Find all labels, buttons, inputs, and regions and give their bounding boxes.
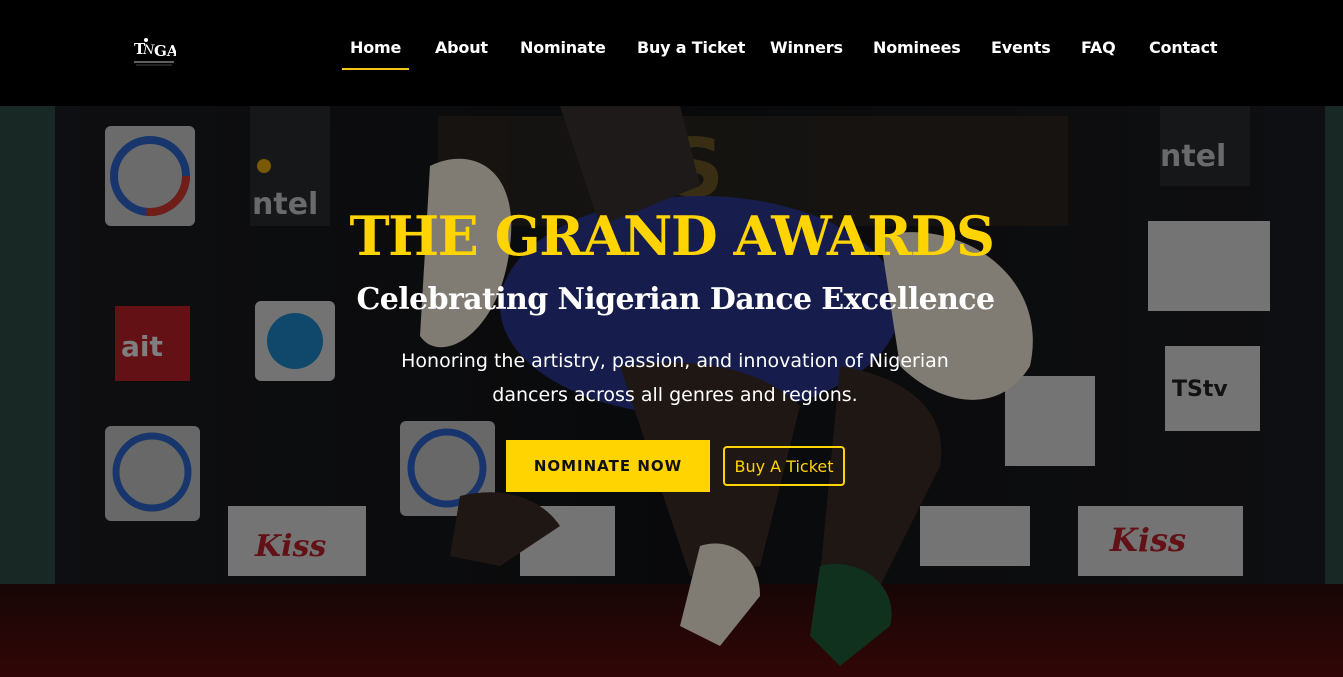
top-navbar: T N GA Home About Nominate Buy a Ticket …: [0, 0, 1343, 106]
nav-item-nominate[interactable]: Nominate: [520, 38, 606, 57]
nav-item-home[interactable]: Home: [341, 38, 410, 70]
nav-item-about[interactable]: About: [435, 38, 488, 57]
nav-item-faq[interactable]: FAQ: [1081, 38, 1116, 57]
main-nav: Home About Nominate Buy a Ticket Winners…: [0, 0, 1343, 106]
nav-item-events[interactable]: Events: [991, 38, 1051, 57]
buy-ticket-button[interactable]: Buy A Ticket: [723, 446, 845, 486]
nominate-now-button[interactable]: NOMINATE NOW: [506, 440, 710, 492]
hero-description: Honoring the artistry, passion, and inno…: [401, 350, 949, 406]
nav-item-buy-ticket[interactable]: Buy a Ticket: [637, 38, 745, 57]
hero-title: THE GRAND AWARDS: [349, 204, 995, 268]
nav-item-winners[interactable]: Winners: [770, 38, 843, 57]
hero-section: ntel ait Kiss ntel TStv Kiss DS: [0, 106, 1343, 677]
nav-item-nominees[interactable]: Nominees: [873, 38, 961, 57]
hero-subtitle: Celebrating Nigerian Dance Excellence: [356, 282, 996, 317]
nav-item-contact[interactable]: Contact: [1149, 38, 1218, 57]
